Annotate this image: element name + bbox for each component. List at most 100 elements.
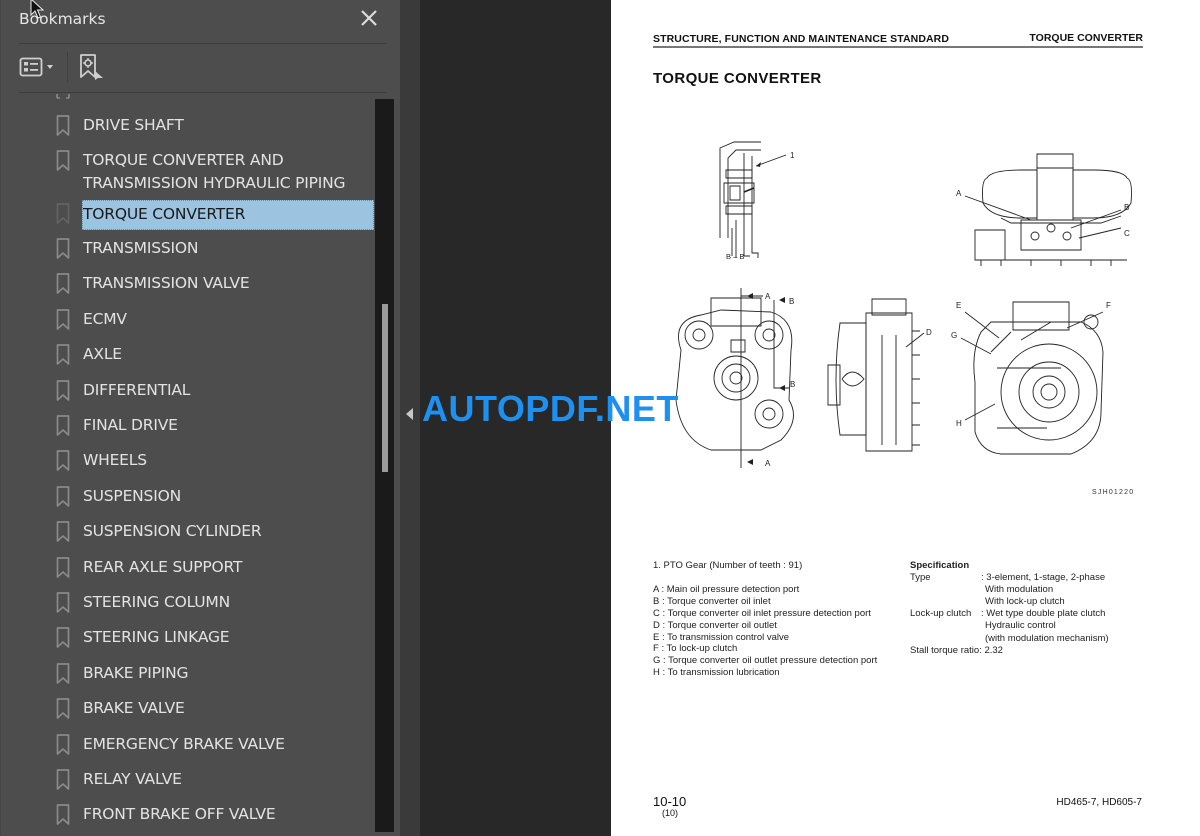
bookmark-icon xyxy=(56,150,70,172)
bookmark-icon xyxy=(56,94,70,99)
bookmark-icon xyxy=(56,556,70,578)
bookmark-label: TRANSMISSION VALVE xyxy=(83,274,250,293)
pdf-page: STRUCTURE, FUNCTION AND MAINTENANCE STAN… xyxy=(611,0,1200,836)
side-view-drawing: D xyxy=(826,295,932,470)
bookmark-item[interactable]: RELAY VALVE xyxy=(1,768,375,798)
spec-value: (with modulation mechanism) xyxy=(985,632,1109,644)
bookmark-item[interactable]: TRANSMISSION VALVE xyxy=(1,272,375,302)
bookmark-item[interactable]: TORQUE CONVERTER AND TRANSMISSION HYDRAUL… xyxy=(1,149,375,195)
callout-c: C xyxy=(1124,229,1130,238)
bookmark-item[interactable]: WHEELS xyxy=(1,449,375,479)
legend-item: E : To transmission control valve xyxy=(653,631,790,643)
bookmark-label: BRAKE VALVE xyxy=(83,699,185,718)
model-label: HD465-7, HD605-7 xyxy=(1056,797,1142,808)
list-options-icon xyxy=(19,57,53,77)
bookmark-item[interactable]: TRANSMISSION xyxy=(1,237,375,267)
bookmark-label: DIFFERENTIAL xyxy=(83,380,191,399)
bookmark-icon xyxy=(56,238,70,259)
bookmark-icon xyxy=(56,450,70,472)
callout-h: H xyxy=(956,419,962,428)
bookmark-icon xyxy=(56,344,70,365)
spec-value: With modulation xyxy=(985,584,1054,596)
spec-key: Lock-up clutch xyxy=(910,608,972,620)
chevron-down-icon xyxy=(47,65,53,69)
bookmark-item[interactable]: SUSPENSION CYLINDER xyxy=(1,520,375,550)
legend-item: D : Torque converter oil outlet xyxy=(653,619,777,631)
spec-row-type: Type : 3-element, 1-stage, 2-phase xyxy=(910,572,1109,584)
find-current-bookmark-button[interactable] xyxy=(79,53,105,81)
bookmark-item[interactable]: BRAKE VALVE xyxy=(1,697,375,727)
callout-f: F xyxy=(1106,301,1111,310)
bookmark-label: STEERING LINKAGE xyxy=(83,628,230,647)
bookmark-icon xyxy=(56,203,70,224)
bookmark-icon xyxy=(56,769,70,790)
callout-a: A xyxy=(765,459,771,468)
spec-title: Specification xyxy=(910,560,970,571)
page-sub-number: (10) xyxy=(662,808,679,818)
bookmark-icon xyxy=(56,115,70,136)
bookmark-label: TORQUE CONVERTER AND xyxy=(83,151,284,170)
bookmark-label: REAR AXLE SUPPORT xyxy=(83,557,243,576)
bookmark-item[interactable]: ECMV xyxy=(1,308,375,338)
close-panel-button[interactable] xyxy=(357,6,381,30)
figure-code: SJH01220 xyxy=(1092,489,1135,496)
bookmark-item[interactable]: STEERING LINKAGE xyxy=(1,626,375,656)
bookmark-item[interactable]: REAR AXLE SUPPORT xyxy=(1,556,375,586)
bookmark-label: DRIVE SHAFT xyxy=(83,116,184,134)
toolbar-separator xyxy=(67,52,68,82)
callout-1: 1 xyxy=(790,151,795,160)
bookmark-item[interactable]: AXLE xyxy=(1,343,375,373)
bookmark-item[interactable]: STEERING COLUMN xyxy=(1,591,375,621)
bookmark-icon xyxy=(56,273,70,295)
section-b-b-drawing: 1 xyxy=(706,138,795,268)
bookmark-icon xyxy=(56,379,70,401)
collapse-panel-arrow-icon[interactable] xyxy=(406,408,413,420)
mouse-cursor-icon xyxy=(30,0,45,19)
spec-key: Type xyxy=(910,572,931,584)
bookmark-label: EMERGENCY BRAKE VALVE xyxy=(83,734,285,753)
legend-item: A : Main oil pressure detection port xyxy=(653,583,800,595)
bookmark-item[interactable]: TORQUE CONVERTER xyxy=(1,199,375,231)
page-title: TORQUE CONVERTER xyxy=(653,70,822,87)
legend-item: G : Torque converter oil outlet pressure… xyxy=(653,655,878,667)
divider xyxy=(19,43,387,44)
bookmark-item[interactable]: BRAKE PIPING xyxy=(1,662,375,692)
callout-g: G xyxy=(951,331,957,340)
bookmark-label: TRANSMISSION xyxy=(83,238,199,257)
legend-part: 1. PTO Gear (Number of teeth : 91) xyxy=(653,560,803,571)
legend-item: F : To lock-up clutch xyxy=(653,643,738,655)
spec-value: With lock-up clutch xyxy=(985,596,1065,608)
bookmark-item[interactable]: EMERGENCY BRAKE VALVE xyxy=(1,733,375,763)
find-current-bookmark-icon xyxy=(80,54,103,80)
section-label: B – B xyxy=(726,252,745,261)
bookmark-label: WHEELS xyxy=(83,451,147,470)
callout-b: B xyxy=(1124,203,1129,212)
parts-legend: 1. PTO Gear (Number of teeth : 91) A : M… xyxy=(653,560,877,679)
header-rule xyxy=(653,46,1143,48)
bookmark-icon xyxy=(56,485,70,507)
bookmark-options-button[interactable] xyxy=(19,54,59,80)
watermark: AUTOPDF.NET xyxy=(422,388,679,429)
scrollbar-thumb[interactable] xyxy=(382,304,388,472)
specification: Specification Type : 3-element, 1-stage,… xyxy=(910,560,1109,657)
bookmark-label: RELAY VALVE xyxy=(83,769,182,788)
bookmark-label: BRAKE PIPING xyxy=(83,663,189,682)
bookmark-label: AXLE xyxy=(83,345,122,364)
bookmark-item[interactable]: DIFFERENTIAL xyxy=(1,379,375,409)
bookmark-item[interactable]: FINAL DRIVE xyxy=(1,414,375,444)
callout-b: B xyxy=(789,297,794,306)
spec-value: 3-element, 1-stage, 2-phase xyxy=(986,572,1106,584)
bookmark-icon xyxy=(56,698,70,719)
bookmark-item[interactable]: SUSPENSION xyxy=(1,485,375,515)
bookmark-item[interactable]: FRONT BRAKE OFF VALVE xyxy=(1,803,375,833)
bookmark-list: DRIVE SHAFT TORQUE CONVERTER AND TRANSMISS… xyxy=(1,94,375,836)
spec-value: Wet type double plate clutch xyxy=(986,608,1106,620)
callout-d: D xyxy=(926,328,932,337)
bookmark-icon xyxy=(56,733,70,755)
bookmark-label: ECMV xyxy=(83,309,127,328)
bookmark-icon xyxy=(56,308,70,330)
bookmark-item[interactable]: DRIVE SHAFT xyxy=(1,114,375,144)
callout-b: B xyxy=(790,380,795,389)
bookmark-label: TORQUE CONVERTER xyxy=(82,199,374,230)
bookmark-icon xyxy=(56,627,70,649)
